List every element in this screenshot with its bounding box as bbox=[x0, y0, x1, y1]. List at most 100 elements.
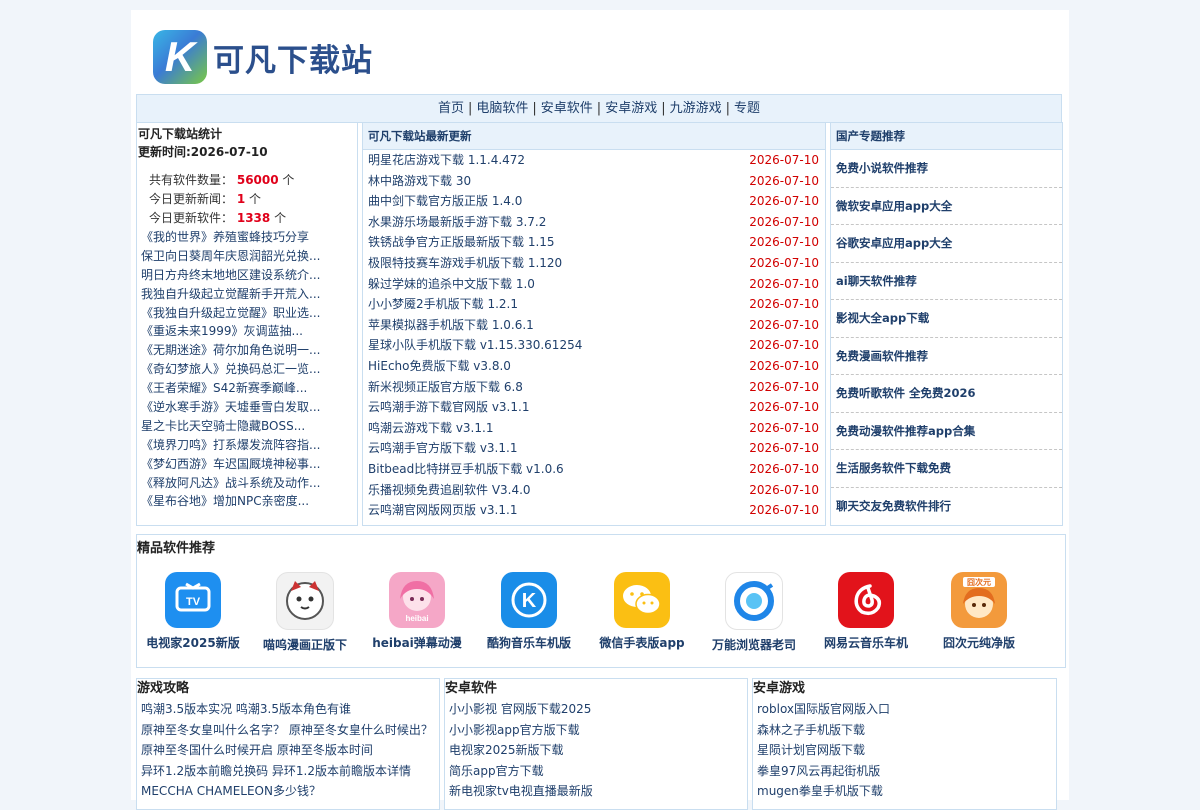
guide-link[interactable]: 异环1.2版本前瞻兑换码 异环1.2版本前瞻版本详情 bbox=[137, 761, 439, 782]
news-link[interactable]: 《我的世界》养殖蜜蜂技巧分享 bbox=[141, 228, 357, 247]
premium-app-name[interactable]: 微信手表版app bbox=[586, 634, 698, 651]
news-link[interactable]: 《王者荣耀》S42新赛季巅峰... bbox=[141, 379, 357, 398]
game-link[interactable]: roblox国际版官网版入口 bbox=[753, 699, 1056, 720]
nav-android-software[interactable]: 安卓软件 bbox=[541, 101, 593, 116]
topic-link[interactable]: 微软安卓应用app大全 bbox=[831, 188, 1062, 225]
update-row: 苹果模拟器手机版下载 1.0.6.1 2026-07-10 bbox=[363, 315, 825, 336]
update-date: 2026-07-10 bbox=[749, 441, 819, 456]
update-link[interactable]: HiEcho免费版下载 v3.8.0 bbox=[368, 356, 511, 377]
stat-unit: 个 bbox=[282, 173, 295, 187]
tv-icon[interactable]: TV bbox=[165, 572, 221, 628]
update-date: 2026-07-10 bbox=[749, 276, 819, 291]
update-link[interactable]: 水果游乐场最新版手游下载 3.7.2 bbox=[368, 212, 546, 233]
premium-app-name[interactable]: 网易云音乐车机 bbox=[810, 634, 922, 651]
topic-link[interactable]: 影视大全app下载 bbox=[831, 300, 1062, 338]
premium-app-name[interactable]: heibai弹幕动漫 bbox=[361, 634, 473, 651]
premium-app-name[interactable]: 囧次元纯净版 bbox=[923, 634, 1035, 651]
update-link[interactable]: 曲中剑下载官方版正版 1.4.0 bbox=[368, 191, 522, 212]
premium-app-name[interactable]: 酷狗音乐车机版 bbox=[473, 634, 585, 651]
wechat-icon[interactable] bbox=[614, 572, 670, 628]
news-list: 《我的世界》养殖蜜蜂技巧分享 保卫向日葵周年庆恩润韶光兑换... 明日方舟终末地… bbox=[137, 228, 357, 511]
update-link[interactable]: 林中路游戏下载 30 bbox=[368, 171, 471, 192]
premium-app-card[interactable]: 喵呜漫画正版下 bbox=[249, 572, 361, 653]
guide-link[interactable]: 原神至冬国什么时候开启 原神至冬版本时间 bbox=[137, 740, 439, 761]
update-link[interactable]: 极限特技赛车游戏手机版下载 1.120 bbox=[368, 253, 562, 274]
news-link[interactable]: 《逆水寒手游》天墟垂雪白发取... bbox=[141, 398, 357, 417]
news-link[interactable]: 《无期迷途》荷尔加角色说明一... bbox=[141, 341, 357, 360]
guide-link[interactable]: MECCHA CHAMELEON多少钱？ bbox=[137, 781, 439, 802]
premium-app-card[interactable]: heibai heibai弹幕动漫 bbox=[361, 572, 473, 651]
premium-app-name[interactable]: 电视家2025新版 bbox=[137, 634, 249, 651]
topic-link[interactable]: 免费听歌软件 全免费2026 bbox=[831, 375, 1062, 413]
update-link[interactable]: 躲过学妹的追杀中文版下载 1.0 bbox=[368, 274, 535, 295]
update-link[interactable]: 明星花店游戏下载 1.1.4.472 bbox=[368, 150, 525, 171]
guide-link[interactable]: 原神至冬女皇叫什么名字？ 原神至冬女皇什么时候出？ bbox=[137, 720, 439, 741]
browser-icon[interactable] bbox=[725, 572, 783, 630]
nav-android-games[interactable]: 安卓游戏 bbox=[605, 101, 657, 116]
update-link[interactable]: Bitbead比特拼豆手机版下载 v1.0.6 bbox=[368, 459, 564, 480]
update-link[interactable]: 云鸣潮手官方版下载 v3.1.1 bbox=[368, 438, 517, 459]
topic-link[interactable]: 免费动漫软件推荐app合集 bbox=[831, 413, 1062, 450]
update-link[interactable]: 小小梦魇2手机版下载 1.2.1 bbox=[368, 294, 518, 315]
anime-girl-icon[interactable]: heibai bbox=[389, 572, 445, 628]
software-link[interactable]: 小小影视 官网版下载2025 bbox=[445, 699, 747, 720]
nav-topics[interactable]: 专题 bbox=[734, 101, 760, 116]
stats-updated: 更新时间:2026-07-10 bbox=[138, 145, 268, 159]
news-link[interactable]: 《奇幻梦旅人》兑换码总汇一览... bbox=[141, 360, 357, 379]
news-link[interactable]: 《梦幻西游》车迟国厩境神秘事... bbox=[141, 455, 357, 474]
news-link[interactable]: 保卫向日葵周年庆恩润韶光兑换... bbox=[141, 247, 357, 266]
software-link[interactable]: 小小影视app官方版下载 bbox=[445, 720, 747, 741]
news-link[interactable]: 明日方舟终末地地区建设系统介... bbox=[141, 266, 357, 285]
premium-app-card[interactable]: K 酷狗音乐车机版 bbox=[473, 572, 585, 651]
news-link[interactable]: 《释放阿凡达》战斗系统及动作... bbox=[141, 474, 357, 493]
software-link[interactable]: 简乐app官方下载 bbox=[445, 761, 747, 782]
nav-home[interactable]: 首页 bbox=[438, 101, 464, 116]
game-guides-panel: 游戏攻略 鸣潮3.5版本实况 鸣潮3.5版本角色有谁 原神至冬女皇叫什么名字？ … bbox=[136, 678, 440, 810]
news-link[interactable]: 《境界刀鸣》打系爆发流阵容指... bbox=[141, 436, 357, 455]
news-link[interactable]: 《重返未来1999》灰调蓝抽... bbox=[141, 322, 357, 341]
topic-link[interactable]: 免费漫画软件推荐 bbox=[831, 338, 1062, 375]
premium-app-card[interactable]: 微信手表版app bbox=[586, 572, 698, 651]
premium-app-card[interactable]: 万能浏览器老司 bbox=[698, 572, 810, 653]
topic-link[interactable]: 生活服务软件下载免费 bbox=[831, 450, 1062, 488]
update-link[interactable]: 苹果模拟器手机版下载 1.0.6.1 bbox=[368, 315, 534, 336]
premium-app-card[interactable]: 网易云音乐车机 bbox=[810, 572, 922, 651]
premium-app-card[interactable]: 囧次元 囧次元纯净版 bbox=[923, 572, 1035, 651]
site-logo[interactable]: K 可凡下载站 bbox=[153, 28, 373, 86]
update-row: 水果游乐场最新版手游下载 3.7.2 2026-07-10 bbox=[363, 212, 825, 233]
netease-music-icon[interactable] bbox=[838, 572, 894, 628]
cat-icon[interactable] bbox=[276, 572, 334, 630]
update-link[interactable]: 乐播视频免费追剧软件 V3.4.0 bbox=[368, 480, 531, 501]
update-link[interactable]: 新米视频正版官方版下载 6.8 bbox=[368, 377, 523, 398]
premium-app-name[interactable]: 万能浏览器老司 bbox=[698, 636, 810, 653]
news-link[interactable]: 《星布谷地》增加NPC亲密度... bbox=[141, 492, 357, 511]
premium-app-card[interactable]: TV 电视家2025新版 bbox=[137, 572, 249, 651]
game-link[interactable]: 森林之子手机版下载 bbox=[753, 720, 1056, 741]
nav-pc-software[interactable]: 电脑软件 bbox=[476, 101, 528, 116]
nav-jiuyou-games[interactable]: 九游游戏 bbox=[670, 101, 722, 116]
main-nav: 首页 | 电脑软件 | 安卓软件 | 安卓游戏 | 九游游戏 | 专题 bbox=[136, 94, 1062, 123]
topic-link[interactable]: ai聊天软件推荐 bbox=[831, 263, 1062, 300]
update-link[interactable]: 云鸣潮官网版网页版 v3.1.1 bbox=[368, 500, 517, 521]
news-link[interactable]: 我独自升级起立觉醒新手开荒入... bbox=[141, 285, 357, 304]
kugou-icon[interactable]: K bbox=[501, 572, 557, 628]
news-link[interactable]: 《我独自升级起立觉醒》职业选... bbox=[141, 304, 357, 323]
news-link[interactable]: 星之卡比天空骑士隐藏BOSS... bbox=[141, 417, 357, 436]
premium-app-name[interactable]: 喵呜漫画正版下 bbox=[249, 636, 361, 653]
guide-link[interactable]: 鸣潮3.5版本实况 鸣潮3.5版本角色有谁 bbox=[137, 699, 439, 720]
update-link[interactable]: 云鸣潮手游下载官网版 v3.1.1 bbox=[368, 397, 529, 418]
update-link[interactable]: 鸣潮云游戏下载 v3.1.1 bbox=[368, 418, 493, 439]
update-link[interactable]: 星球小队手机版下载 v1.15.330.61254 bbox=[368, 335, 582, 356]
update-link[interactable]: 铁锈战争官方正版最新版下载 1.15 bbox=[368, 232, 555, 253]
game-link[interactable]: 拳皇97风云再起街机版 bbox=[753, 761, 1056, 782]
topic-link[interactable]: 聊天交友免费软件排行 bbox=[831, 488, 1062, 525]
game-link[interactable]: 星陨计划官网版下载 bbox=[753, 740, 1056, 761]
jiongciyuan-icon[interactable]: 囧次元 bbox=[951, 572, 1007, 628]
software-link[interactable]: 新电视家tv电视直播最新版 bbox=[445, 781, 747, 802]
game-link[interactable]: mugen拳皇手机版下载 bbox=[753, 781, 1056, 802]
topic-link[interactable]: 谷歌安卓应用app大全 bbox=[831, 225, 1062, 263]
software-link[interactable]: 电视家2025新版下载 bbox=[445, 740, 747, 761]
topic-link[interactable]: 免费小说软件推荐 bbox=[831, 150, 1062, 188]
stat-label: 共有软件数量： bbox=[149, 173, 234, 187]
topics-title: 国产专题推荐 bbox=[831, 123, 1062, 150]
